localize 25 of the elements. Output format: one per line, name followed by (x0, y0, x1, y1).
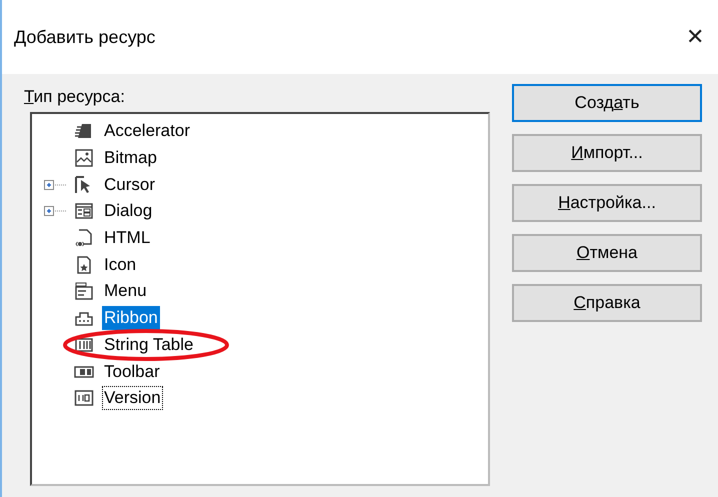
tree-item[interactable]: Version (102, 386, 163, 410)
tree-item[interactable]: Icon (102, 252, 138, 277)
dialog-button[interactable]: Настройка... (512, 184, 702, 222)
close-button[interactable]: ✕ (686, 26, 704, 48)
dialog-button[interactable]: Создать (512, 84, 702, 122)
list-label: Тип ресурса: (24, 86, 126, 108)
dialog-button[interactable]: Справка (512, 284, 702, 322)
expand-icon[interactable] (44, 206, 66, 216)
document-icon (74, 228, 94, 248)
version-icon (74, 388, 94, 408)
tree-item[interactable]: Toolbar (102, 360, 162, 384)
tree-item[interactable]: HTML (102, 226, 152, 250)
window-title: Добавить ресурс (14, 26, 156, 49)
menu-icon (74, 281, 94, 302)
tree-item[interactable]: Dialog (102, 199, 154, 224)
tree-item[interactable]: Ribbon (102, 306, 160, 330)
dialog-button[interactable]: Отмена (512, 234, 702, 272)
tree-item[interactable]: Accelerator (102, 119, 192, 144)
image-icon (74, 148, 94, 168)
tree-item[interactable]: Bitmap (102, 146, 159, 170)
dialog-button[interactable]: Импорт... (512, 134, 702, 172)
dialog-icon (74, 201, 94, 222)
expand-icon[interactable] (44, 180, 66, 190)
tree-item[interactable]: Menu (102, 279, 149, 304)
tree-item[interactable]: Cursor (102, 172, 158, 197)
